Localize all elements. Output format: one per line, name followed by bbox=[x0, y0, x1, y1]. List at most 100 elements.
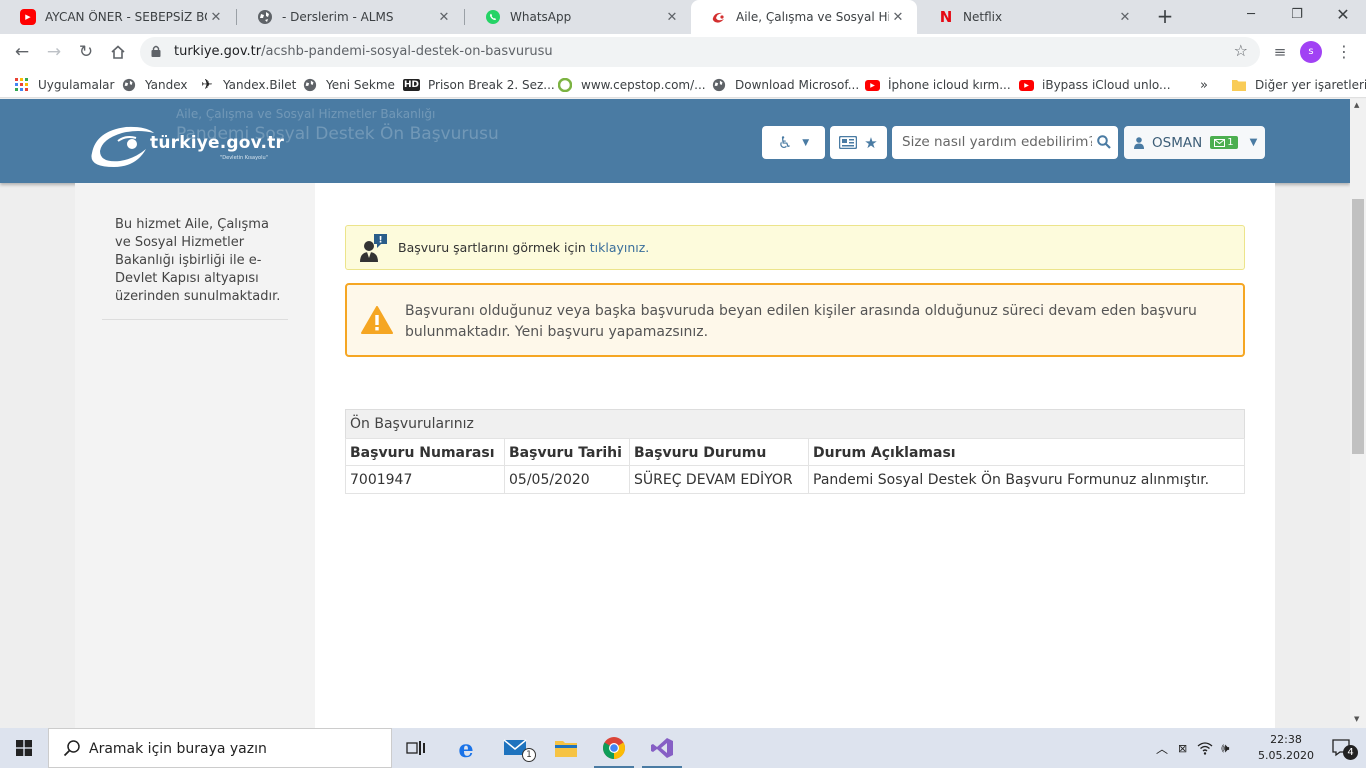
requirements-link[interactable]: tıklayınız. bbox=[590, 240, 650, 255]
bookmark-label: Uygulamalar bbox=[38, 78, 115, 92]
applications-table-box: Ön Başvurularınız Başvuru Numarası Başvu… bbox=[345, 409, 1245, 494]
address-bar[interactable]: turkiye.gov.tr/acshb-pandemi-sosyal-dest… bbox=[140, 37, 1260, 67]
bookmark-yandex-bilet[interactable]: ✈ Yandex.Bilet bbox=[199, 76, 296, 94]
chevron-up-icon[interactable]: ︿ bbox=[1156, 740, 1168, 757]
volume-icon[interactable]: 🕪 bbox=[1221, 741, 1229, 756]
windows-logo-icon bbox=[16, 740, 32, 756]
warning-triangle-icon bbox=[361, 306, 393, 334]
bookmark-prison-break[interactable]: HD Prison Break 2. Sez... bbox=[403, 76, 555, 94]
bookmark-label: Yeni Sekme bbox=[326, 78, 395, 92]
accessibility-menu-button[interactable]: ♿ ▼ bbox=[762, 126, 825, 159]
wifi-icon[interactable] bbox=[1197, 741, 1213, 755]
application-status-cell: SÜREÇ DEVAM EDİYOR bbox=[629, 465, 809, 494]
main-content: Bu hizmet Aile, Çalışma ve Sosyal Hizmet… bbox=[75, 183, 1275, 728]
bookmark-label: İphone icloud kırm... bbox=[888, 78, 1011, 92]
bookmark-star-icon[interactable]: ☆ bbox=[1234, 41, 1248, 60]
chrome-app[interactable] bbox=[590, 728, 638, 768]
menu-dots-icon[interactable]: ⋮ bbox=[1332, 40, 1356, 64]
home-button[interactable] bbox=[106, 40, 130, 64]
close-icon[interactable]: ✕ bbox=[889, 10, 907, 25]
turkiye-gov-logo[interactable]: türkiye.gov.tr "Devletin Kısayolu" bbox=[88, 119, 298, 169]
maximize-button[interactable]: ❐ bbox=[1274, 0, 1320, 30]
file-explorer-app[interactable] bbox=[542, 728, 590, 768]
chevron-down-icon: ▼ bbox=[1249, 137, 1258, 148]
other-bookmarks[interactable]: Diğer yer işaretleri bbox=[1231, 76, 1366, 94]
bookmark-apps[interactable]: Uygulamalar bbox=[14, 76, 114, 94]
close-icon[interactable]: ✕ bbox=[1116, 10, 1134, 25]
taskbar-search-box[interactable]: Aramak için buraya yazın bbox=[48, 728, 392, 768]
tab-youtube[interactable]: ▶ AYCAN ÖNER - SEBEPSİZ BOŞ ✕ bbox=[0, 0, 235, 34]
clock-time: 22:38 bbox=[1270, 733, 1302, 746]
bookmark-iphone-icloud[interactable]: ▶ İphone icloud kırm... bbox=[865, 76, 1011, 94]
close-icon[interactable]: ✕ bbox=[435, 10, 453, 25]
mail-badge: 1 bbox=[522, 748, 536, 762]
message-badge[interactable]: 1 bbox=[1210, 136, 1238, 149]
chevron-down-icon: ▼ bbox=[802, 137, 810, 148]
id-card-icon bbox=[839, 136, 858, 149]
forward-button[interactable]: → bbox=[42, 40, 66, 64]
tab-whatsapp[interactable]: WhatsApp ✕ bbox=[465, 0, 691, 34]
scroll-up-arrow-icon[interactable]: ▲ bbox=[1354, 101, 1359, 109]
logo-text: türkiye.gov.tr bbox=[150, 133, 285, 153]
bookmark-label: Download Microsof... bbox=[735, 78, 860, 92]
profile-avatar[interactable]: s bbox=[1300, 41, 1322, 63]
bookmarks-bar: Uygulamalar Yandex ✈ Yandex.Bilet Yeni S… bbox=[0, 70, 1366, 98]
table-row: 7001947 05/05/2020 SÜREÇ DEVAM EDİYOR Pa… bbox=[345, 465, 1245, 494]
user-menu-button[interactable]: OSMAN 1 ▼ bbox=[1124, 126, 1265, 159]
minimize-button[interactable]: ─ bbox=[1228, 0, 1274, 30]
system-clock[interactable]: 22:38 5.05.2020 bbox=[1258, 732, 1314, 764]
tab-title: - Derslerim - ALMS bbox=[282, 10, 394, 24]
application-date-cell: 05/05/2020 bbox=[504, 465, 630, 494]
warning-alert: Başvuranı olduğunuz veya başka başvuruda… bbox=[345, 283, 1245, 357]
column-header: Başvuru Tarihi bbox=[504, 438, 630, 466]
youtube-icon: ▶ bbox=[865, 79, 880, 91]
scrollbar-thumb[interactable] bbox=[1352, 199, 1364, 454]
home-icon bbox=[111, 45, 125, 59]
warning-text: Başvuranı olduğunuz veya başka başvuruda… bbox=[405, 303, 1197, 340]
reload-button[interactable]: ↻ bbox=[74, 40, 98, 64]
start-button[interactable] bbox=[0, 728, 48, 768]
bookmarks-overflow[interactable]: » bbox=[1200, 76, 1208, 94]
bookmark-yandex[interactable]: Yandex bbox=[121, 76, 188, 94]
tab-turkiye-gov-active[interactable]: Aile, Çalışma ve Sosyal Hizmetl ✕ bbox=[691, 0, 917, 34]
sidebar-info-text: Bu hizmet Aile, Çalışma ve Sosyal Hizmet… bbox=[115, 217, 281, 304]
action-center-button[interactable]: 4 bbox=[1318, 728, 1366, 768]
cepstop-icon bbox=[557, 77, 573, 93]
logo-swoosh-icon bbox=[91, 126, 154, 167]
tab-title: Aile, Çalışma ve Sosyal Hizmetl bbox=[736, 10, 889, 24]
edge-icon: e bbox=[458, 733, 474, 763]
bookmark-download-microsoft[interactable]: Download Microsof... bbox=[711, 76, 859, 94]
card-favorites-button[interactable]: ★ bbox=[830, 126, 887, 159]
tab-netflix[interactable]: N Netflix ✕ bbox=[918, 0, 1144, 34]
new-tab-button[interactable]: + bbox=[1153, 5, 1177, 29]
mail-app[interactable]: 1 bbox=[492, 728, 540, 768]
edge-app[interactable]: e bbox=[442, 728, 490, 768]
globe-icon bbox=[257, 9, 273, 25]
bookmark-label: Yandex.Bilet bbox=[223, 78, 297, 92]
back-button[interactable]: ← bbox=[10, 40, 34, 64]
chrome-icon bbox=[603, 737, 625, 759]
tab-title: Netflix bbox=[963, 10, 1003, 24]
scroll-down-arrow-icon[interactable]: ▼ bbox=[1354, 715, 1359, 723]
task-view-button[interactable] bbox=[392, 728, 440, 768]
site-search-input[interactable] bbox=[902, 134, 1092, 150]
table-header-row: Başvuru Numarası Başvuru Tarihi Başvuru … bbox=[345, 438, 1245, 466]
sidebar-divider bbox=[102, 319, 288, 320]
globe-icon bbox=[711, 77, 727, 93]
page-scrollbar[interactable]: ▲ ▼ bbox=[1350, 99, 1366, 728]
bookmark-label: Diğer yer işaretleri bbox=[1255, 78, 1366, 92]
youtube-icon: ▶ bbox=[20, 9, 36, 25]
close-icon[interactable]: ✕ bbox=[663, 10, 681, 25]
site-search-box[interactable] bbox=[892, 126, 1118, 159]
window-close-button[interactable]: ✕ bbox=[1320, 0, 1366, 30]
visual-studio-app[interactable] bbox=[638, 728, 686, 768]
tab-alms[interactable]: - Derslerim - ALMS ✕ bbox=[237, 0, 463, 34]
bookmark-yeni-sekme[interactable]: Yeni Sekme bbox=[302, 76, 395, 94]
user-icon bbox=[1134, 136, 1144, 149]
network-disconnected-icon[interactable]: ⊠ bbox=[1178, 742, 1187, 755]
search-icon[interactable] bbox=[1097, 135, 1111, 149]
bookmark-ibypass[interactable]: ▶ iBypass iCloud unlo... bbox=[1019, 76, 1171, 94]
close-icon[interactable]: ✕ bbox=[207, 10, 225, 25]
bookmark-cepstop[interactable]: www.cepstop.com/... bbox=[557, 76, 706, 94]
reading-list-icon[interactable]: ≡ bbox=[1268, 40, 1292, 64]
